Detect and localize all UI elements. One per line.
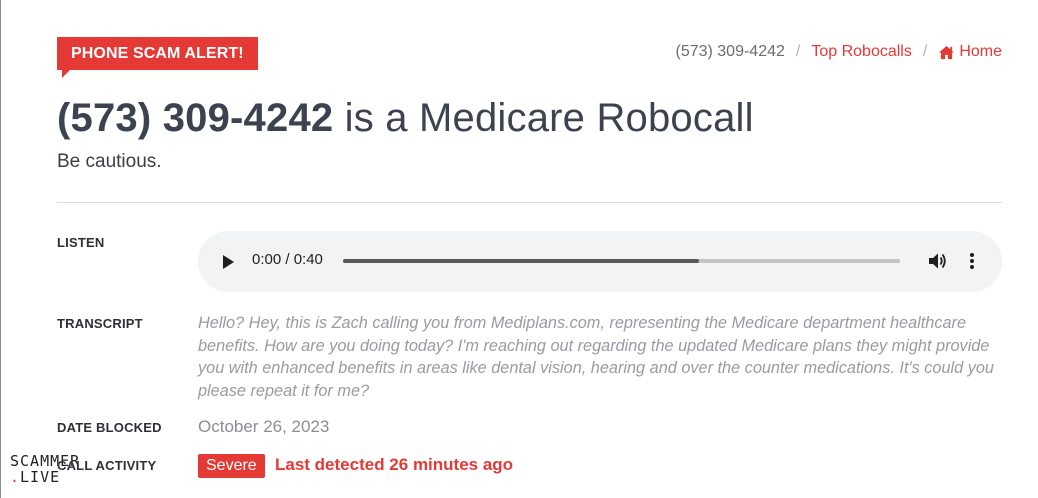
last-detected-text: Last detected 26 minutes ago <box>275 455 514 474</box>
divider <box>57 202 1002 203</box>
home-link-label: Home <box>959 43 1002 60</box>
page-title-text: is a Medicare Robocall <box>333 96 754 140</box>
breadcrumb-top-robocalls-link[interactable]: Top Robocalls <box>811 43 912 61</box>
watermark-line1: SCAMMER <box>10 452 81 470</box>
transcript-label: TRANSCRIPT <box>57 316 143 331</box>
transcript-text: Hello? Hey, this is Zach calling you fro… <box>198 314 994 400</box>
date-blocked-label: DATE BLOCKED <box>57 420 162 435</box>
breadcrumb-current: (573) 309-4242 <box>675 43 785 60</box>
audio-progress-fill <box>343 259 700 263</box>
audio-player[interactable]: 0:00 / 0:40 <box>198 231 1002 292</box>
scammer-live-watermark: SCAMMER .LIVE <box>10 453 80 485</box>
breadcrumb-separator: / <box>922 43 928 60</box>
breadcrumb-separator: / <box>795 43 801 60</box>
listen-label: LISTEN <box>57 235 105 250</box>
audio-progress-slider[interactable] <box>343 259 900 263</box>
date-blocked-value: October 26, 2023 <box>198 417 330 436</box>
phone-scam-alert-badge: PHONE SCAM ALERT! <box>57 37 258 78</box>
left-border <box>0 0 1 498</box>
breadcrumb: (573) 309-4242 / Top Robocalls / Home <box>675 43 1002 61</box>
page-subtitle: Be cautious. <box>57 151 162 172</box>
page-title: (573) 309-4242 is a Medicare Robocall <box>57 96 754 141</box>
severity-badge: Severe <box>198 454 265 478</box>
home-icon <box>939 45 955 59</box>
play-icon[interactable] <box>220 253 236 271</box>
audio-time: 0:00 / 0:40 <box>252 251 323 268</box>
watermark-line2: .LIVE <box>10 468 61 486</box>
volume-icon[interactable] <box>928 252 948 270</box>
page-content: PHONE SCAM ALERT! (573) 309-4242 / Top R… <box>57 0 1002 498</box>
more-options-icon[interactable] <box>969 252 975 270</box>
page-title-number: (573) 309-4242 <box>57 96 334 140</box>
breadcrumb-home-link[interactable]: Home <box>938 43 1002 61</box>
